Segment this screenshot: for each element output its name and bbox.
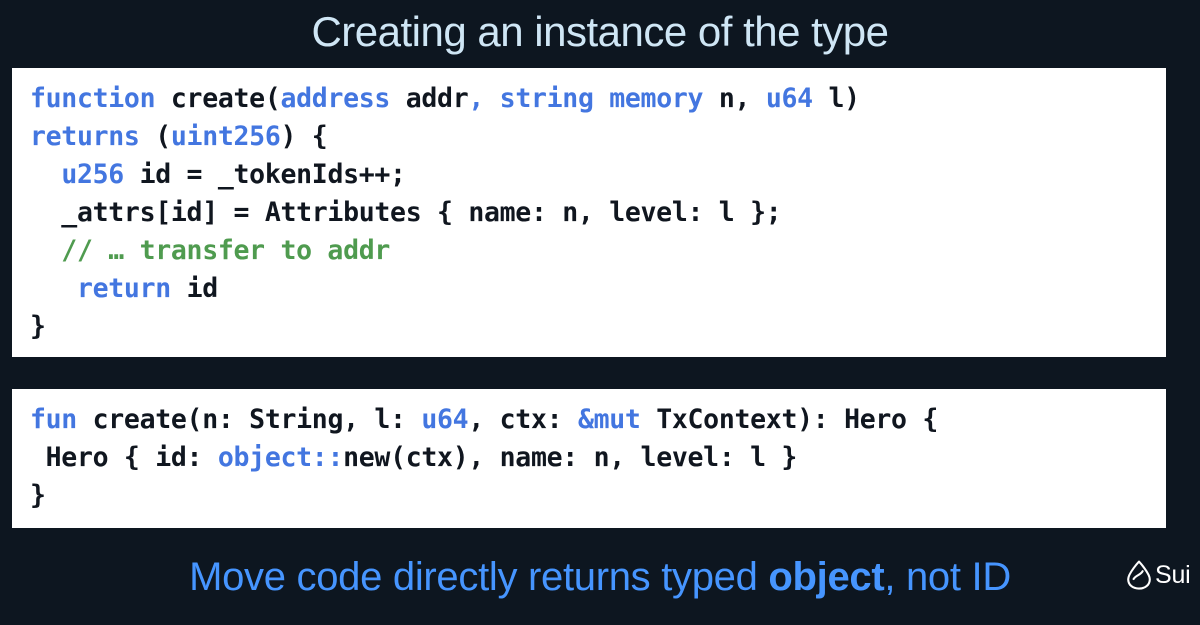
sui-logo: Sui: [1126, 560, 1191, 590]
code-token: addr: [405, 83, 469, 114]
code-line: Hero { id: object::new(ctx), name: n, le…: [30, 439, 1166, 477]
code-line: _attrs[id] = Attributes { name: n, level…: [30, 194, 1166, 232]
code-token: create(: [170, 83, 281, 114]
code-token: string memory: [499, 83, 719, 114]
code-token: (: [155, 121, 171, 152]
code-token: u64: [421, 404, 469, 435]
code-token: &mut: [577, 404, 657, 435]
code-token: , ctx:: [468, 404, 578, 435]
code-token: l): [828, 83, 860, 114]
code-token: Hero { id:: [30, 442, 218, 473]
code-token: ,: [468, 83, 500, 114]
code-token: ) {: [280, 121, 328, 152]
caption-part-1: Move code directly returns typed: [189, 555, 769, 599]
code-token: uint256: [170, 121, 281, 152]
code-token: fun: [30, 404, 93, 435]
code-token: TxContext): Hero {: [656, 404, 938, 435]
code-line: returns (uint256) {: [30, 118, 1166, 156]
code-token: create(n: String, l:: [92, 404, 422, 435]
code-line: u256 id = _tokenIds++;: [30, 156, 1166, 194]
caption-part-2: , not ID: [884, 555, 1011, 599]
code-line: }: [30, 477, 1166, 515]
code-token: }: [30, 480, 46, 511]
code-token: function: [30, 83, 171, 114]
slide-caption: Move code directly returns typed object,…: [0, 548, 1200, 606]
code-line: // … transfer to addr: [30, 232, 1166, 270]
sui-droplet-icon: [1127, 560, 1151, 590]
code-token: return: [76, 273, 187, 304]
code-line: return id: [30, 270, 1166, 308]
code-block-move: fun create(n: String, l: u64, ctx: &mut …: [12, 389, 1166, 528]
caption-emphasis: object: [768, 555, 885, 599]
code-line: fun create(n: String, l: u64, ctx: &mut …: [30, 401, 1166, 439]
code-line: function create(address addr, string mem…: [30, 80, 1166, 118]
code-token: u256: [61, 159, 124, 190]
slide-root: Creating an instance of the type functio…: [0, 0, 1200, 625]
code-token: address: [280, 83, 406, 114]
sui-wordmark: Sui: [1155, 561, 1191, 589]
code-token: }: [30, 311, 46, 342]
code-token: object::: [217, 442, 344, 473]
code-token: id: [186, 273, 219, 304]
code-token: returns: [30, 121, 156, 152]
code-token: id = _tokenIds++;: [123, 159, 406, 190]
code-token: n,: [718, 83, 766, 114]
code-token: new(ctx), name: n, level: l }: [343, 442, 798, 473]
code-token: // … transfer to addr: [30, 235, 391, 266]
code-block-solidity: function create(address addr, string mem…: [12, 68, 1166, 357]
code-token: _attrs[id] = Attributes { name: n, level…: [30, 197, 782, 228]
code-line: }: [30, 308, 1166, 346]
page-title: Creating an instance of the type: [311, 8, 889, 55]
code-token: u64: [765, 83, 829, 114]
